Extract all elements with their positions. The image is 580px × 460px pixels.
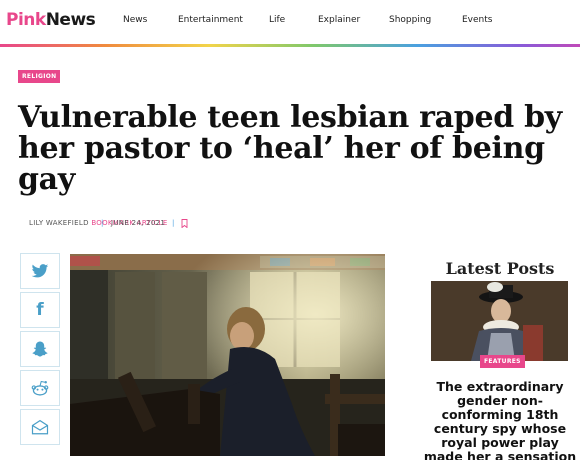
category-tag[interactable]: RELIGION — [18, 70, 61, 83]
nav-item-entertainment[interactable]: Entertainment — [178, 15, 243, 25]
reddit-icon — [30, 379, 50, 397]
nav-item-life[interactable]: Life — [269, 15, 285, 25]
snapchat-icon — [31, 340, 49, 358]
sidebar-title: Latest Posts — [445, 259, 555, 278]
nav-item-shopping[interactable]: Shopping — [389, 15, 431, 25]
facebook-icon: f — [36, 300, 44, 320]
nav-item-events[interactable]: Events — [462, 15, 492, 25]
rainbow-divider — [0, 44, 580, 47]
bookmark-icon — [181, 219, 188, 230]
byline-separator: | — [101, 219, 104, 227]
latest-post-category-tag[interactable]: FEATURES — [480, 355, 525, 368]
share-email-button[interactable] — [20, 409, 60, 445]
article-hero-image — [70, 254, 385, 456]
author-link[interactable]: LILY WAKEFIELD — [29, 219, 89, 227]
byline-separator: | — [172, 219, 175, 227]
share-twitter-button[interactable] — [20, 253, 60, 289]
latest-post-image[interactable] — [431, 281, 568, 361]
publish-date: JUNE 24, 2021 — [111, 219, 166, 227]
nav-item-explainer[interactable]: Explainer — [318, 15, 360, 25]
byline: LILY WAKEFIELD | JUNE 24, 2021 | BOOKMAR… — [29, 219, 188, 231]
article-headline: Vulnerable teen lesbian raped by her pas… — [18, 100, 562, 197]
twitter-icon — [31, 263, 49, 279]
share-reddit-button[interactable] — [20, 370, 60, 406]
main-nav: News Entertainment Life Explainer Shoppi… — [0, 15, 580, 29]
site-header: PinkNews News Entertainment Life Explain… — [0, 0, 580, 44]
share-facebook-button[interactable]: f — [20, 292, 60, 328]
nav-item-news[interactable]: News — [123, 15, 147, 25]
latest-post-headline[interactable]: The extraordinary gender non-conforming … — [420, 380, 580, 460]
share-snapchat-button[interactable] — [20, 331, 60, 367]
email-icon — [31, 419, 49, 435]
